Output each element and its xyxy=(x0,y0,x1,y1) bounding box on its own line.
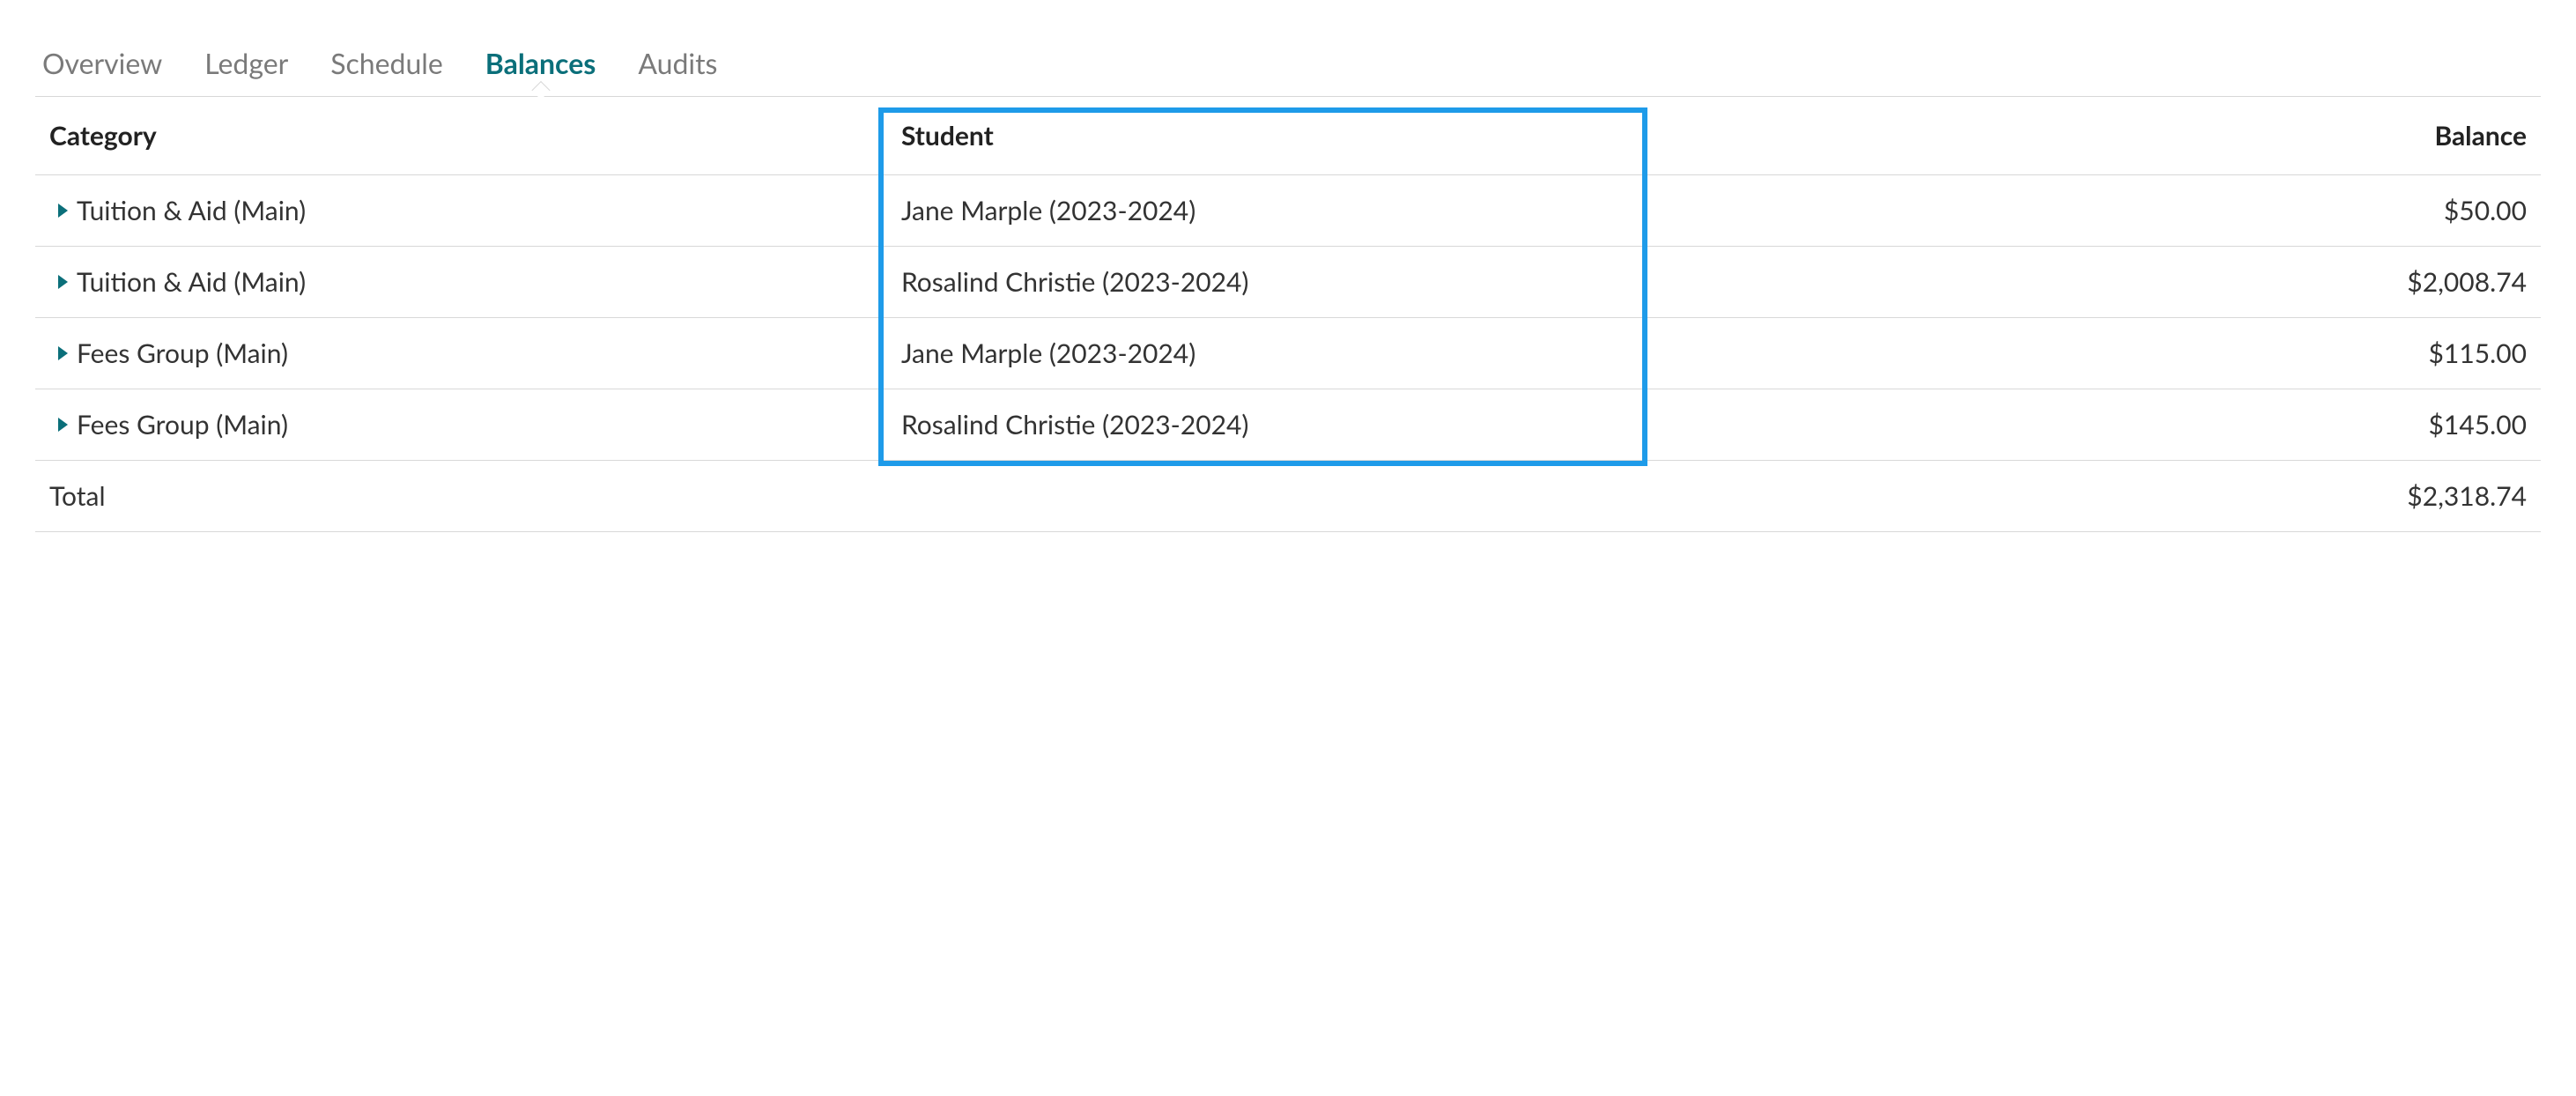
cell-balance: $145.00 xyxy=(1639,389,2541,461)
cell-category: Tuition & Aid (Main) xyxy=(35,175,887,247)
balances-table: Category Student Balance Tuition & Aid (… xyxy=(35,97,2541,532)
table-header-row: Category Student Balance xyxy=(35,97,2541,175)
table-row: Fees Group (Main) Rosalind Christie (202… xyxy=(35,389,2541,461)
tabs-bar: Overview Ledger Schedule Balances Audits xyxy=(35,35,2541,97)
tab-audits[interactable]: Audits xyxy=(638,35,717,96)
table-row: Fees Group (Main) Jane Marple (2023-2024… xyxy=(35,318,2541,389)
total-balance: $2,318.74 xyxy=(1639,461,2541,532)
cell-student: Jane Marple (2023-2024) xyxy=(887,318,1639,389)
caret-right-icon[interactable] xyxy=(58,346,68,360)
cell-balance: $115.00 xyxy=(1639,318,2541,389)
cell-student: Rosalind Christie (2023-2024) xyxy=(887,247,1639,318)
caret-right-icon[interactable] xyxy=(58,204,68,218)
caret-right-icon[interactable] xyxy=(58,275,68,289)
cell-balance: $2,008.74 xyxy=(1639,247,2541,318)
category-label: Fees Group (Main) xyxy=(77,409,288,441)
cell-balance: $50.00 xyxy=(1639,175,2541,247)
cell-category: Fees Group (Main) xyxy=(35,318,887,389)
caret-right-icon[interactable] xyxy=(58,418,68,432)
category-label: Tuition & Aid (Main) xyxy=(77,195,306,226)
tab-overview[interactable]: Overview xyxy=(42,35,162,96)
category-label: Tuition & Aid (Main) xyxy=(77,266,306,298)
total-empty xyxy=(887,461,1639,532)
cell-category: Fees Group (Main) xyxy=(35,389,887,461)
tab-ledger[interactable]: Ledger xyxy=(204,35,288,96)
header-balance: Balance xyxy=(1639,97,2541,175)
cell-student: Jane Marple (2023-2024) xyxy=(887,175,1639,247)
table-row: Tuition & Aid (Main) Rosalind Christie (… xyxy=(35,247,2541,318)
tab-balances[interactable]: Balances xyxy=(485,35,596,96)
header-student: Student xyxy=(887,97,1639,175)
cell-student: Rosalind Christie (2023-2024) xyxy=(887,389,1639,461)
header-category: Category xyxy=(35,97,887,175)
table-total-row: Total $2,318.74 xyxy=(35,461,2541,532)
cell-category: Tuition & Aid (Main) xyxy=(35,247,887,318)
total-label: Total xyxy=(35,461,887,532)
tab-schedule[interactable]: Schedule xyxy=(330,35,443,96)
balances-table-wrap: Category Student Balance Tuition & Aid (… xyxy=(35,97,2541,532)
category-label: Fees Group (Main) xyxy=(77,337,288,369)
table-row: Tuition & Aid (Main) Jane Marple (2023-2… xyxy=(35,175,2541,247)
